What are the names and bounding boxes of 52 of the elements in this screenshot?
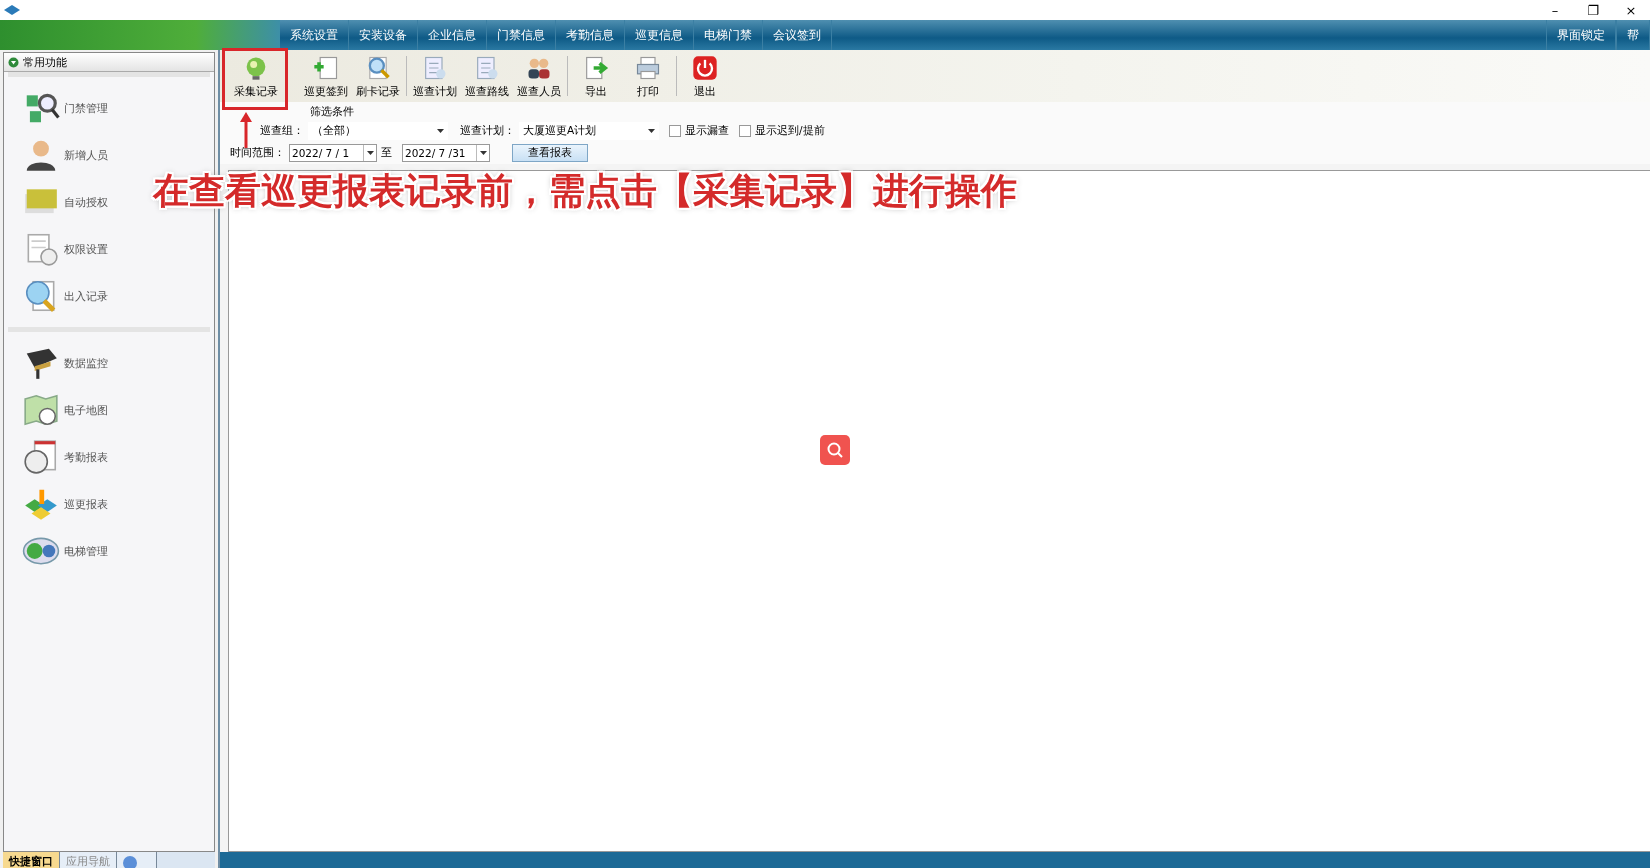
dropdown-arrow-icon: [648, 129, 655, 133]
field-label: 时间范围：: [230, 146, 285, 160]
shortcut-item[interactable]: 出入记录: [22, 277, 108, 315]
search-icon: [826, 441, 844, 459]
checkbox-label: 显示漏查: [685, 124, 729, 138]
plan-dropdown[interactable]: 大厦巡更A计划: [519, 122, 659, 140]
toolbar-button[interactable]: 巡更签到: [300, 50, 352, 102]
field-label: 至: [381, 146, 392, 160]
app-icon: [4, 5, 20, 15]
dropdown-arrow-icon: [366, 151, 374, 155]
toolbar-button[interactable]: 巡查计划: [409, 50, 461, 102]
checkbox[interactable]: [669, 125, 681, 137]
toolbar-button[interactable]: 巡查人员: [513, 50, 565, 102]
view-report-button[interactable]: 查看报表: [512, 144, 588, 162]
group-dropdown[interactable]: （全部）: [308, 122, 448, 140]
checkbox[interactable]: [739, 125, 751, 137]
panel-title: 常用功能: [23, 54, 67, 70]
shortcut-item[interactable]: 数据监控: [22, 344, 108, 382]
field-label: 巡查计划：: [460, 124, 515, 138]
group-title: 筛选条件: [310, 105, 354, 119]
search-button[interactable]: [820, 435, 850, 465]
shortcut-item[interactable]: 新增人员: [22, 136, 108, 174]
date-field[interactable]: 2022/ 7 /31: [402, 144, 490, 162]
panel-header[interactable]: 常用功能: [4, 53, 214, 72]
shortcut-item[interactable]: 巡更报表: [22, 485, 108, 523]
checkbox-label: 显示迟到/提前: [755, 124, 825, 138]
power-icon: [691, 53, 719, 82]
minimize-button[interactable]: –: [1536, 0, 1574, 20]
toolbar-button[interactable]: 导出: [570, 50, 622, 102]
toolbar-button[interactable]: 刷卡记录: [352, 50, 404, 102]
shortcut-item[interactable]: 自动授权: [22, 183, 108, 221]
field-label: 巡查组：: [260, 124, 304, 138]
shortcut-item[interactable]: 权限设置: [22, 230, 108, 268]
toolbar-button[interactable]: 退出: [679, 50, 731, 102]
shortcut-item[interactable]: 考勤报表: [22, 438, 108, 476]
arrow-icon: [240, 112, 252, 148]
expand-icon: [8, 56, 19, 68]
toolbar-button[interactable]: 打印: [622, 50, 674, 102]
shortcut-item[interactable]: 电子地图: [22, 391, 108, 429]
date-field[interactable]: 2022/ 7 / 1: [289, 144, 377, 162]
toolbar-button[interactable]: 巡查路线: [461, 50, 513, 102]
dropdown-arrow-icon: [437, 129, 444, 133]
shortcut-item[interactable]: 电梯管理: [22, 532, 108, 570]
restore-button[interactable]: ❐: [1574, 0, 1612, 20]
bottom-tab[interactable]: 快捷窗口: [3, 852, 60, 868]
help-tab[interactable]: [117, 852, 157, 868]
highlight-frame: [222, 48, 288, 110]
dropdown-arrow-icon: [479, 151, 487, 155]
toolbar-button[interactable]: 采集记录: [226, 50, 286, 102]
shortcut-item[interactable]: 门禁管理: [22, 89, 108, 127]
help-icon: [123, 854, 137, 868]
close-button[interactable]: ×: [1612, 0, 1650, 20]
